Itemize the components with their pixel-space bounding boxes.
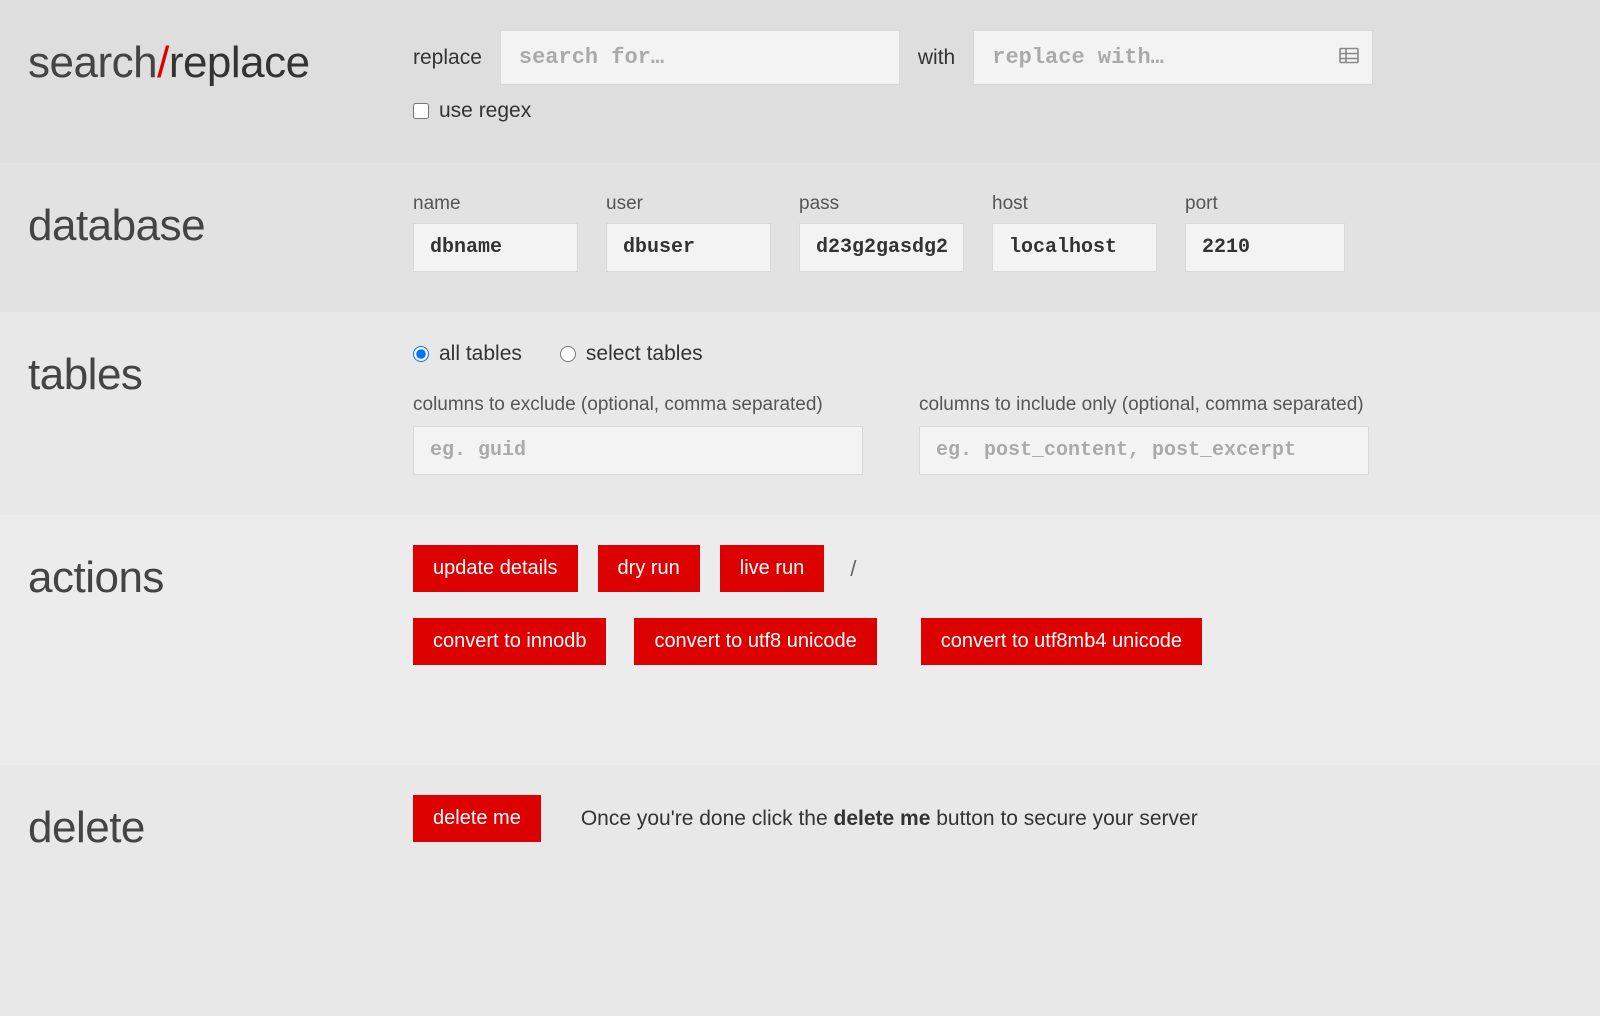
delete-me-button[interactable]: delete me <box>413 795 541 842</box>
radio-select-tables[interactable] <box>560 346 576 362</box>
radio-all-tables[interactable] <box>413 346 429 362</box>
db-host-input[interactable] <box>992 223 1157 272</box>
heading-search-text: search <box>28 38 157 87</box>
delete-text-before: Once you're done click the <box>581 807 834 830</box>
section-tables: tables all tables select tables columns … <box>0 312 1600 515</box>
convert-utf8-button[interactable]: convert to utf8 unicode <box>634 618 876 665</box>
heading-search-replace: search/replace <box>28 30 413 88</box>
convert-utf8mb4-button[interactable]: convert to utf8mb4 unicode <box>921 618 1202 665</box>
db-user-field: user <box>606 193 771 272</box>
section-actions: actions update details dry run live run … <box>0 515 1600 765</box>
db-port-label: port <box>1185 193 1345 215</box>
search-replace-row: replace with <box>413 30 1572 85</box>
db-name-field: name <box>413 193 578 272</box>
radio-all-tables-item: all tables <box>413 342 522 366</box>
dry-run-button[interactable]: dry run <box>598 545 700 592</box>
replace-input-wrap <box>973 30 1373 85</box>
columns-row: columns to exclude (optional, comma sepa… <box>413 394 1572 475</box>
db-user-label: user <box>606 193 771 215</box>
with-label: with <box>918 46 955 70</box>
heading-database: database <box>28 193 413 251</box>
radio-select-tables-label[interactable]: select tables <box>586 342 703 366</box>
heading-tables: tables <box>28 342 413 400</box>
delete-row: delete me Once you're done click the del… <box>413 795 1572 842</box>
exclude-label: columns to exclude (optional, comma sepa… <box>413 394 863 416</box>
db-fields: name user pass host port <box>413 193 1572 272</box>
db-name-label: name <box>413 193 578 215</box>
include-block: columns to include only (optional, comma… <box>919 394 1369 475</box>
db-pass-label: pass <box>799 193 964 215</box>
exclude-input[interactable] <box>413 426 863 475</box>
use-regex-label[interactable]: use regex <box>439 99 531 123</box>
section-search-replace: search/replace replace with use <box>0 0 1600 163</box>
include-label: columns to include only (optional, comma… <box>919 394 1369 416</box>
db-port-field: port <box>1185 193 1345 272</box>
section-database: database name user pass host port <box>0 163 1600 312</box>
list-icon[interactable] <box>1339 47 1359 68</box>
actions-row-convert: convert to innodb convert to utf8 unicod… <box>413 618 1572 665</box>
heading-slash: / <box>157 38 169 87</box>
heading-delete: delete <box>28 795 413 853</box>
actions-divider: / <box>850 556 856 582</box>
live-run-button[interactable]: live run <box>720 545 824 592</box>
db-port-input[interactable] <box>1185 223 1345 272</box>
include-input[interactable] <box>919 426 1369 475</box>
db-name-input[interactable] <box>413 223 578 272</box>
delete-description: Once you're done click the delete me but… <box>581 807 1198 831</box>
search-input[interactable] <box>500 30 900 85</box>
actions-row-primary: update details dry run live run / <box>413 545 1572 592</box>
exclude-block: columns to exclude (optional, comma sepa… <box>413 394 863 475</box>
replace-label: replace <box>413 46 482 70</box>
actions-content: update details dry run live run / conver… <box>413 545 1572 665</box>
section-delete: delete delete me Once you're done click … <box>0 765 1600 893</box>
delete-text-strong: delete me <box>834 807 931 830</box>
db-pass-input[interactable] <box>799 223 964 272</box>
db-user-input[interactable] <box>606 223 771 272</box>
update-details-button[interactable]: update details <box>413 545 578 592</box>
db-host-field: host <box>992 193 1157 272</box>
use-regex-checkbox[interactable] <box>413 103 429 119</box>
convert-innodb-button[interactable]: convert to innodb <box>413 618 606 665</box>
db-pass-field: pass <box>799 193 964 272</box>
heading-actions: actions <box>28 545 413 603</box>
regex-row: use regex <box>413 99 1572 123</box>
radio-select-tables-item: select tables <box>560 342 703 366</box>
tables-radio-row: all tables select tables <box>413 342 1572 366</box>
tables-content: all tables select tables columns to excl… <box>413 342 1572 475</box>
db-host-label: host <box>992 193 1157 215</box>
radio-all-tables-label[interactable]: all tables <box>439 342 522 366</box>
database-content: name user pass host port <box>413 193 1572 272</box>
replace-input[interactable] <box>973 30 1373 85</box>
delete-content: delete me Once you're done click the del… <box>413 795 1572 842</box>
delete-text-after: button to secure your server <box>930 807 1197 830</box>
heading-replace-text: replace <box>169 38 310 87</box>
search-replace-content: replace with use regex <box>413 30 1572 123</box>
